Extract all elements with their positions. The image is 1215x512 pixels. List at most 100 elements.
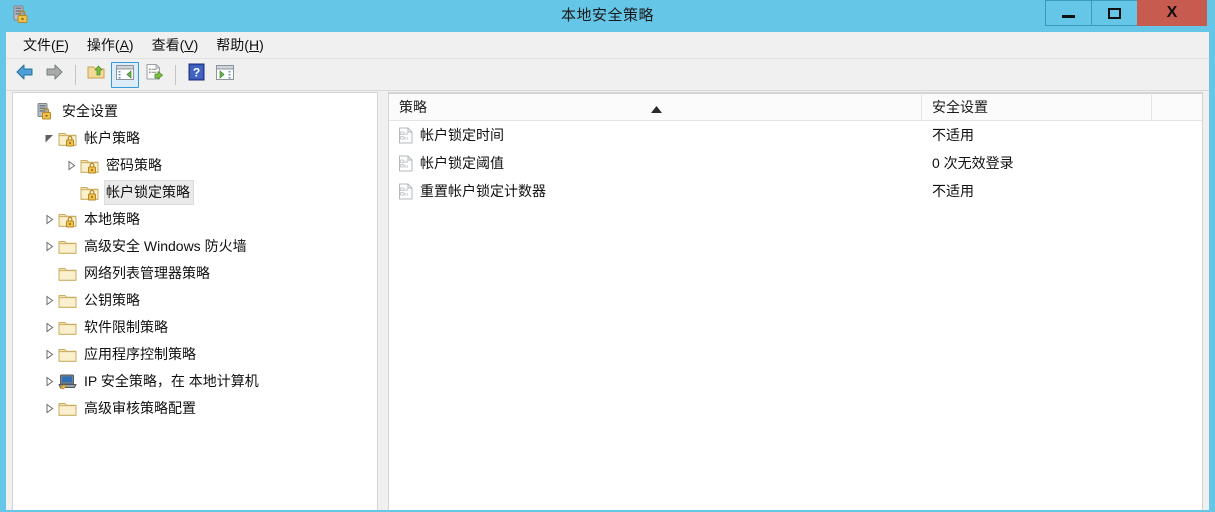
folder-icon	[57, 400, 77, 418]
column-header-policy-label: 策略	[399, 98, 427, 115]
folder-icon	[57, 238, 77, 256]
svg-text:?: ?	[192, 66, 199, 80]
folder-lock-icon	[57, 211, 77, 229]
menu-action-label: 操作	[86, 37, 115, 53]
chevron-right-icon[interactable]	[41, 347, 57, 363]
chevron-right-icon[interactable]	[41, 401, 57, 417]
list-header: 策略 安全设置	[389, 93, 1202, 121]
policy-document-icon: 10 01	[397, 182, 415, 200]
folder-lock-icon	[57, 130, 77, 148]
back-button[interactable]	[11, 62, 39, 88]
chevron-right-icon[interactable]	[41, 320, 57, 336]
policy-name-label: 帐户锁定时间	[420, 127, 504, 143]
window-controls: X	[1045, 0, 1207, 26]
forward-button[interactable]	[40, 62, 68, 88]
tree-item[interactable]: 密码策略	[13, 152, 377, 179]
tree-item-label: IP 安全策略，在 本地计算机	[84, 373, 259, 389]
folder-icon	[57, 346, 77, 364]
menu-file-mnemonic: F	[55, 37, 65, 53]
show-action-pane-button[interactable]	[211, 62, 239, 88]
folder-lock-icon	[79, 157, 99, 175]
security-setting-cell: 不适用	[932, 127, 974, 143]
folder-icon	[57, 319, 77, 337]
pane-splitter[interactable]	[380, 92, 386, 510]
tree-item[interactable]: 帐户锁定策略	[13, 179, 377, 206]
tree-item[interactable]: 应用程序控制策略	[13, 341, 377, 368]
menu-view-label: 查看	[151, 37, 180, 53]
tree-item-label: 密码策略	[106, 157, 162, 173]
tree-item[interactable]: 安全设置	[13, 98, 377, 125]
expander-placeholder	[19, 104, 35, 120]
menu-help-label: 帮助	[216, 37, 245, 53]
menu-action[interactable]: 操作(A)	[78, 32, 143, 58]
tree-item-label: 应用程序控制策略	[84, 346, 196, 362]
tree-item-label: 网络列表管理器策略	[84, 265, 210, 281]
table-row[interactable]: 10 01 重置帐户锁定计数器 不适用	[389, 177, 1202, 205]
folder-up-icon	[86, 63, 106, 86]
export-list-icon	[144, 63, 164, 86]
tree-item-label: 本地策略	[84, 211, 140, 227]
close-button[interactable]: X	[1137, 0, 1207, 26]
column-header-spacer[interactable]	[1152, 93, 1202, 120]
table-row[interactable]: 10 01 帐户锁定时间 不适用	[389, 121, 1202, 149]
svg-text:01: 01	[404, 191, 409, 196]
policy-name-label: 帐户锁定阈值	[420, 155, 504, 171]
policy-list-pane[interactable]: 策略 安全设置 10 01 帐户锁定时间 不适用 10 01 帐户锁定阈值 0 次无效登录 10…	[388, 92, 1203, 510]
tree-item[interactable]: 软件限制策略	[13, 314, 377, 341]
column-header-security-setting[interactable]: 安全设置	[922, 93, 1152, 120]
tree-item-label: 高级安全 Windows 防火墙	[84, 238, 247, 254]
chevron-right-icon[interactable]	[41, 374, 57, 390]
tree-item-label: 帐户锁定策略	[104, 180, 194, 205]
tree-item[interactable]: 帐户策略	[13, 125, 377, 152]
tree-item-label: 帐户策略	[84, 130, 140, 146]
column-header-policy[interactable]: 策略	[389, 93, 922, 120]
menu-help[interactable]: 帮助(H)	[207, 32, 272, 58]
maximize-button[interactable]	[1091, 0, 1137, 26]
tree-item[interactable]: 网络列表管理器策略	[13, 260, 377, 287]
menu-help-mnemonic: H	[248, 37, 260, 53]
policy-list-body: 10 01 帐户锁定时间 不适用 10 01 帐户锁定阈值 0 次无效登录 10 01 重置帐户锁定…	[389, 121, 1202, 205]
menu-view-mnemonic: V	[184, 37, 194, 53]
maximize-icon	[1108, 7, 1121, 19]
tree-item[interactable]: 本地策略	[13, 206, 377, 233]
tree-item[interactable]: IP 安全策略，在 本地计算机	[13, 368, 377, 395]
security-settings-icon	[35, 102, 55, 121]
tree-item-label: 安全设置	[62, 103, 118, 119]
folder-icon	[57, 265, 77, 283]
tree-item-label: 高级审核策略配置	[84, 400, 196, 416]
console-tree-pane[interactable]: 安全设置帐户策略密码策略帐户锁定策略本地策略高级安全 Windows 防火墙 网络…	[12, 92, 378, 510]
expander-placeholder	[41, 266, 57, 282]
menu-file[interactable]: 文件(F)	[14, 32, 78, 58]
security-setting-cell: 0 次无效登录	[932, 155, 1014, 171]
svg-text:01: 01	[404, 163, 409, 168]
chevron-down-icon[interactable]	[41, 131, 57, 147]
policy-name-cell: 10 01 帐户锁定时间	[389, 125, 922, 145]
minimize-button[interactable]	[1045, 0, 1091, 26]
action-pane-icon	[215, 64, 235, 86]
tree-item[interactable]: 公钥策略	[13, 287, 377, 314]
minimize-icon	[1062, 15, 1075, 18]
tree-item[interactable]: 高级审核策略配置	[13, 395, 377, 422]
folder-icon	[57, 292, 77, 310]
security-settings-tree: 安全设置帐户策略密码策略帐户锁定策略本地策略高级安全 Windows 防火墙 网络…	[13, 93, 377, 422]
help-button[interactable]: ?	[182, 62, 210, 88]
export-list-button[interactable]	[140, 62, 168, 88]
menu-view[interactable]: 查看(V)	[143, 32, 208, 58]
chevron-right-icon[interactable]	[41, 293, 57, 309]
tree-item-label: 公钥策略	[84, 292, 140, 308]
security-setting-cell: 不适用	[932, 183, 974, 199]
window-title: 本地安全策略	[560, 7, 654, 24]
policy-name-label: 重置帐户锁定计数器	[420, 183, 546, 199]
chevron-right-icon[interactable]	[63, 158, 79, 174]
tree-item[interactable]: 高级安全 Windows 防火墙	[13, 233, 377, 260]
chevron-right-icon[interactable]	[41, 212, 57, 228]
forward-arrow-icon	[44, 63, 64, 86]
policy-name-cell: 10 01 重置帐户锁定计数器	[389, 181, 922, 201]
show-hide-console-tree-button[interactable]	[111, 61, 139, 88]
chevron-right-icon[interactable]	[41, 239, 57, 255]
up-one-level-button[interactable]	[82, 62, 110, 88]
policy-document-icon: 10 01	[397, 154, 415, 172]
table-row[interactable]: 10 01 帐户锁定阈值 0 次无效登录	[389, 149, 1202, 177]
title-bar: 本地安全策略 X	[0, 0, 1215, 32]
toolbar-separator-2	[175, 64, 176, 85]
